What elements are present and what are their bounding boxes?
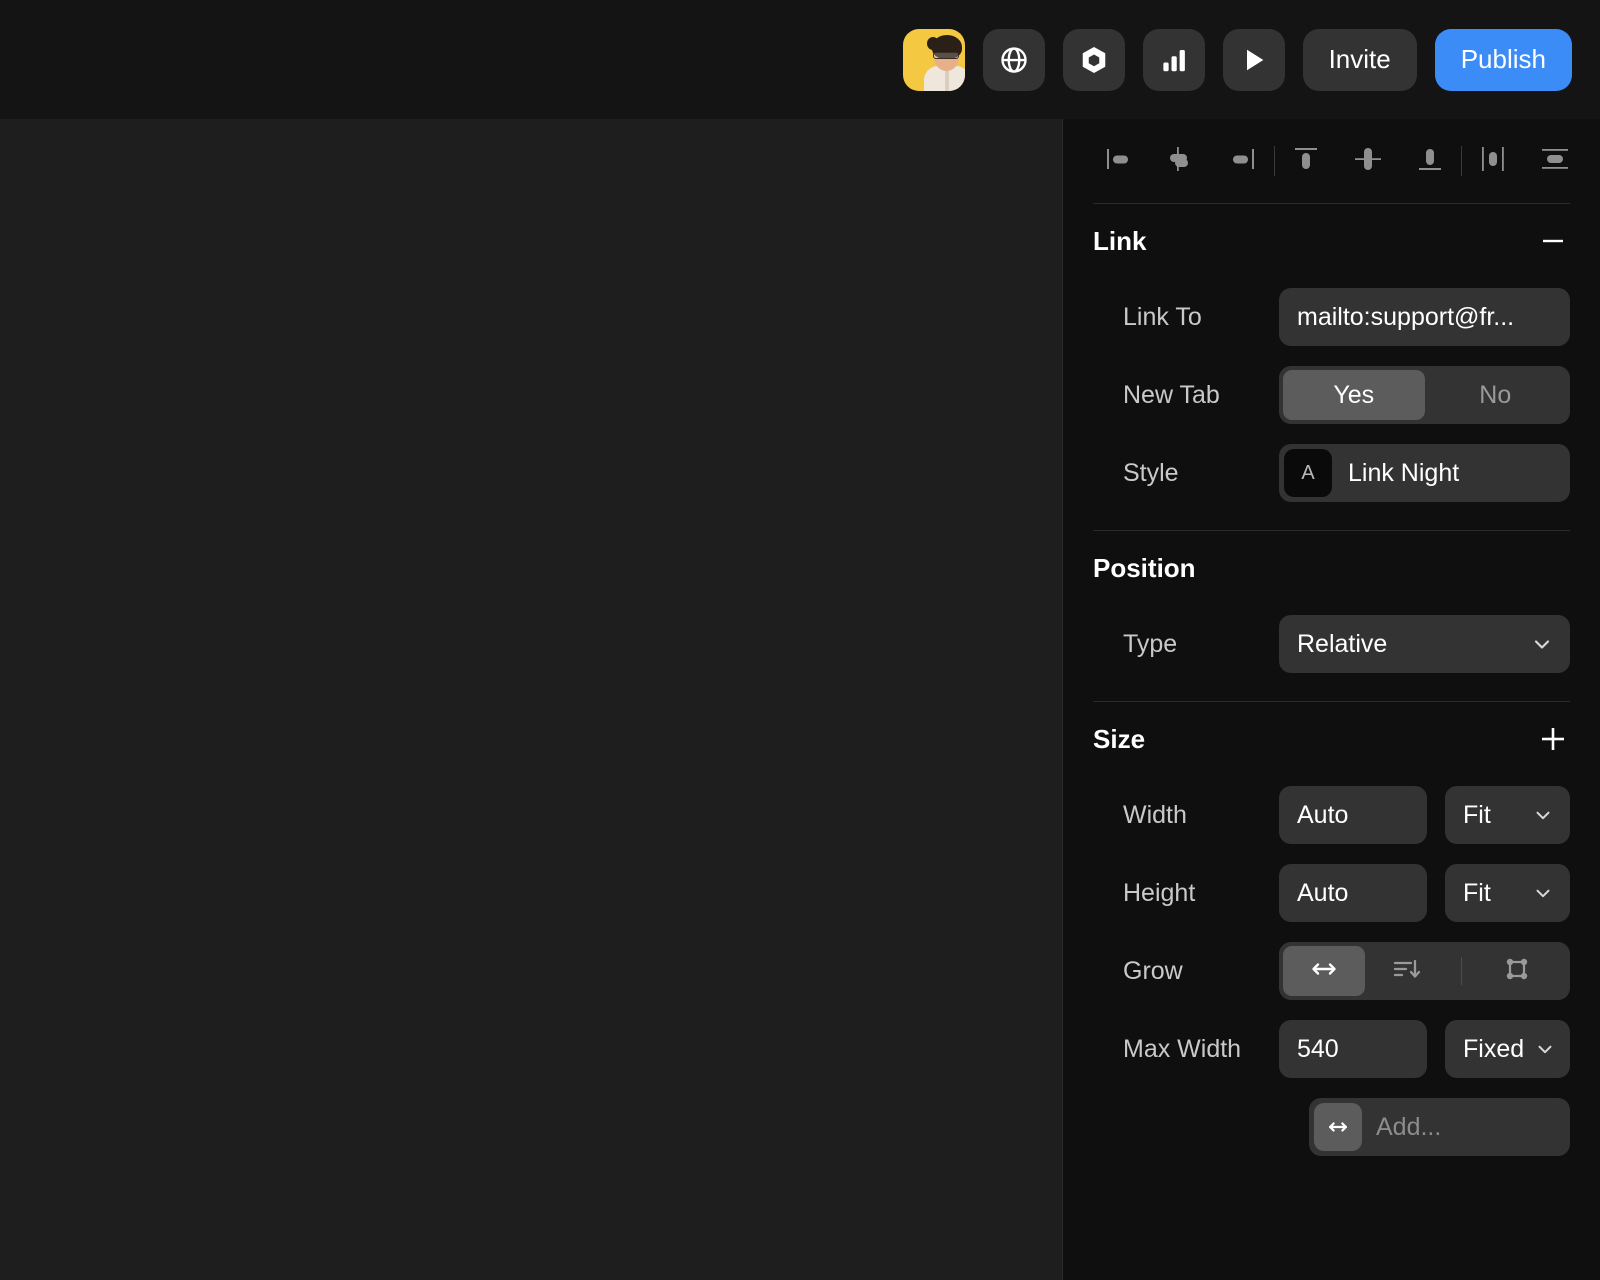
new-tab-option-yes[interactable]: Yes — [1283, 370, 1425, 420]
width-input[interactable]: Auto — [1279, 786, 1427, 844]
grow-label: Grow — [1123, 956, 1183, 985]
style-value: Link Night — [1348, 458, 1460, 487]
link-to-input[interactable]: mailto:support@fr... — [1279, 288, 1570, 346]
chevron-down-icon — [1534, 1038, 1556, 1060]
size-section-header: Size — [1063, 702, 1600, 776]
publish-button[interactable]: Publish — [1434, 28, 1572, 91]
grow-horizontal-icon — [1308, 953, 1340, 990]
analytics-bars-icon — [1159, 45, 1189, 75]
max-width-value: 540 — [1297, 1034, 1339, 1063]
publish-label: Publish — [1460, 44, 1546, 74]
grow-horizontal-icon — [1314, 1103, 1362, 1151]
align-right-icon — [1226, 142, 1260, 181]
grow-row: Grow — [1063, 932, 1600, 1010]
max-width-label: Max Width — [1123, 1034, 1242, 1063]
height-row: Height Auto Fit — [1063, 854, 1600, 932]
style-selector[interactable]: A Link Night — [1279, 444, 1570, 502]
style-badge: A — [1284, 449, 1332, 497]
new-tab-label: New Tab — [1123, 380, 1220, 409]
style-row: Style A Link Night — [1063, 434, 1600, 512]
position-type-label: Type — [1123, 629, 1178, 658]
height-value: Auto — [1297, 878, 1349, 907]
width-value: Auto — [1297, 800, 1349, 829]
align-bottom-icon — [1413, 142, 1447, 181]
fill-corners-button[interactable] — [1476, 946, 1558, 996]
wrap-lines-down-icon — [1390, 953, 1422, 990]
align-middle-vertical-button[interactable] — [1344, 137, 1392, 185]
distribute-vertical-icon — [1538, 142, 1572, 181]
position-type-row: Type Relative — [1063, 605, 1600, 683]
max-width-mode-value: Fixed — [1463, 1034, 1525, 1063]
analytics-button[interactable] — [1142, 28, 1205, 91]
preview-button[interactable] — [1222, 28, 1285, 91]
align-top-button[interactable] — [1282, 137, 1330, 185]
align-middle-vertical-icon — [1351, 142, 1385, 181]
design-canvas[interactable] — [0, 119, 1062, 1280]
align-bottom-button[interactable] — [1406, 137, 1454, 185]
user-avatar[interactable] — [902, 28, 965, 91]
position-type-select[interactable]: Relative — [1279, 615, 1570, 673]
top-toolbar: Invite Publish — [0, 0, 1600, 119]
chevron-down-icon — [1532, 882, 1554, 904]
align-left-icon — [1102, 142, 1136, 181]
align-right-button[interactable] — [1219, 137, 1267, 185]
link-to-value: mailto:support@fr... — [1297, 302, 1515, 331]
grow-divider — [1461, 957, 1462, 985]
height-mode-select[interactable]: Fit — [1445, 864, 1570, 922]
style-label: Style — [1123, 458, 1179, 487]
max-width-input[interactable]: 540 — [1279, 1020, 1427, 1078]
hexagon-component-icon — [1079, 45, 1109, 75]
distribute-vertical-button[interactable] — [1531, 137, 1579, 185]
position-section-header: Position — [1063, 531, 1600, 605]
size-section-add-button[interactable] — [1536, 722, 1570, 756]
position-section-title: Position — [1093, 552, 1196, 583]
link-to-row: Link To mailto:support@fr... — [1063, 278, 1600, 356]
distribute-horizontal-icon — [1476, 142, 1510, 181]
width-label: Width — [1123, 800, 1187, 829]
link-section-collapse-button[interactable] — [1536, 224, 1570, 258]
width-mode-select[interactable]: Fit — [1445, 786, 1570, 844]
globe-button[interactable] — [982, 28, 1045, 91]
width-row: Width Auto Fit — [1063, 776, 1600, 854]
align-top-icon — [1289, 142, 1323, 181]
height-input[interactable]: Auto — [1279, 864, 1427, 922]
component-button[interactable] — [1062, 28, 1125, 91]
size-add-property-field[interactable]: Add... — [1309, 1098, 1570, 1156]
max-width-row: Max Width 540 Fixed — [1063, 1010, 1600, 1088]
height-label: Height — [1123, 878, 1196, 907]
chevron-down-icon — [1530, 632, 1554, 656]
max-width-mode-select[interactable]: Fixed — [1445, 1020, 1570, 1078]
properties-panel: Link Link To mailto:support@fr... New Ta… — [1062, 119, 1600, 1280]
size-section-title: Size — [1093, 723, 1146, 754]
width-mode-value: Fit — [1463, 800, 1491, 829]
new-tab-segmented-control: Yes No — [1279, 366, 1570, 424]
new-tab-option-no[interactable]: No — [1425, 370, 1567, 420]
chevron-down-icon — [1532, 804, 1554, 826]
fill-corners-icon — [1501, 953, 1533, 990]
link-section-header: Link — [1063, 204, 1600, 278]
grow-options-group — [1279, 942, 1570, 1000]
alignment-toolbar — [1063, 119, 1600, 203]
position-type-value: Relative — [1297, 629, 1388, 658]
size-add-placeholder: Add... — [1376, 1112, 1442, 1141]
invite-label: Invite — [1328, 44, 1391, 74]
height-mode-value: Fit — [1463, 878, 1491, 907]
link-to-label: Link To — [1123, 302, 1202, 331]
toolbar-divider-2 — [1461, 146, 1462, 176]
toolbar-divider-1 — [1274, 146, 1275, 176]
link-section-title: Link — [1093, 225, 1147, 256]
align-center-horizontal-icon — [1164, 142, 1198, 181]
invite-button[interactable]: Invite — [1302, 28, 1417, 91]
wrap-lines-button[interactable] — [1365, 946, 1447, 996]
play-preview-icon — [1240, 46, 1268, 74]
avatar-glasses — [932, 51, 959, 59]
align-left-button[interactable] — [1095, 137, 1143, 185]
new-tab-row: New Tab Yes No — [1063, 356, 1600, 434]
align-center-horizontal-button[interactable] — [1157, 137, 1205, 185]
grow-horizontal-button[interactable] — [1283, 946, 1365, 996]
distribute-horizontal-button[interactable] — [1469, 137, 1517, 185]
size-add-property-row: Add... — [1063, 1088, 1600, 1166]
globe-icon — [999, 45, 1029, 75]
